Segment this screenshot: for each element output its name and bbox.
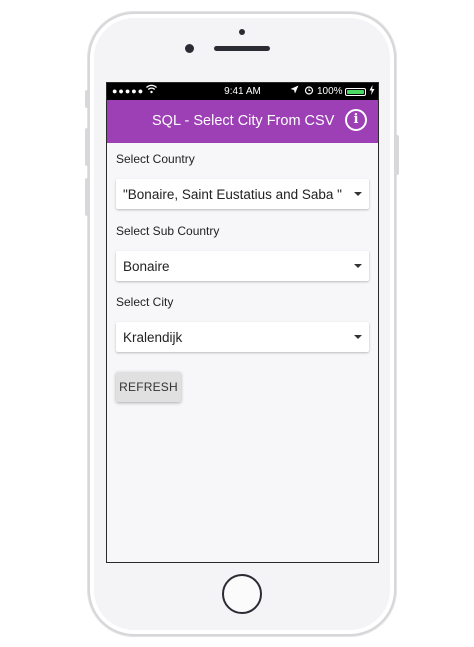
- alarm-clock-icon: [304, 85, 314, 97]
- city-select[interactable]: Kralendijk: [116, 322, 369, 352]
- sub-country-label: Select Sub Country: [116, 224, 220, 238]
- city-label: Select City: [116, 295, 174, 309]
- volume-up-button: [85, 128, 89, 166]
- country-select[interactable]: "Bonaire, Saint Eustatius and Saba ": [116, 179, 369, 209]
- device-stage: ●●●●● 9:41 AM 100% SQL - Select City Fro…: [0, 0, 474, 647]
- battery-icon: [345, 88, 366, 96]
- home-button[interactable]: [222, 574, 262, 614]
- info-icon[interactable]: i: [345, 109, 367, 131]
- sub-country-select[interactable]: Bonaire: [116, 251, 369, 281]
- battery-fill: [347, 90, 364, 94]
- proximity-sensor: [239, 29, 245, 35]
- page-title: SQL - Select City From CSV: [152, 113, 335, 129]
- app-bar: SQL - Select City From CSV i: [107, 100, 378, 143]
- city-select-value: Kralendijk: [123, 330, 183, 345]
- sub-country-select-value: Bonaire: [123, 259, 170, 274]
- chevron-down-icon: [354, 335, 362, 339]
- mute-switch: [85, 90, 89, 108]
- phone-screen: ●●●●● 9:41 AM 100% SQL - Select City Fro…: [106, 82, 379, 563]
- chevron-down-icon: [354, 264, 362, 268]
- location-arrow-icon: [290, 85, 299, 96]
- country-label: Select Country: [116, 152, 195, 166]
- power-button: [395, 135, 399, 175]
- earpiece-speaker: [214, 46, 270, 51]
- battery-percent: 100%: [317, 86, 343, 97]
- status-bar: ●●●●● 9:41 AM 100%: [107, 83, 378, 100]
- lightning-bolt-icon: [369, 85, 375, 97]
- front-camera-icon: [185, 44, 194, 53]
- chevron-down-icon: [354, 192, 362, 196]
- volume-down-button: [85, 178, 89, 216]
- country-select-value: "Bonaire, Saint Eustatius and Saba ": [123, 187, 342, 202]
- refresh-button[interactable]: REFRESH: [116, 372, 181, 402]
